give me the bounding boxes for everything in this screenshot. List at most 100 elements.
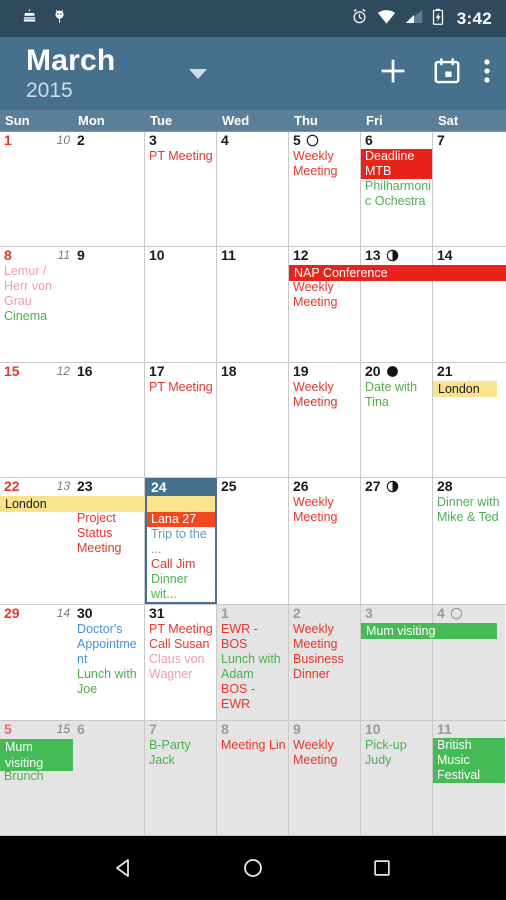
event-item[interactable]: Trip to the ...	[147, 527, 215, 557]
day-cell-30[interactable]: 30 Doctor's Appointment Lunch with Joe	[73, 605, 145, 720]
day-number-row: 23	[73, 478, 144, 495]
event-item[interactable]	[147, 496, 215, 513]
event-item[interactable]: Deadline MTB	[361, 149, 432, 179]
multi-day-event-banner[interactable]: London	[0, 496, 145, 513]
event-item[interactable]: Philharmonic Ochestra	[361, 179, 432, 209]
day-cell-20[interactable]: 20 Date with Tina	[361, 362, 433, 478]
day-number-row: 28	[433, 478, 505, 495]
back-icon[interactable]	[94, 848, 154, 888]
day-cell-10[interactable]: 10 Pick-up Judy	[361, 720, 433, 836]
recents-icon[interactable]	[352, 848, 412, 888]
event-item[interactable]: Pick-up Judy	[361, 738, 432, 768]
day-cell-6[interactable]: 6	[73, 720, 145, 836]
add-event-icon[interactable]	[376, 54, 410, 93]
event-item[interactable]: Doctor's Appointment	[73, 622, 144, 667]
event-item[interactable]: Weekly Meeting	[289, 380, 360, 410]
event-item[interactable]: BOS - EWR	[217, 682, 288, 712]
day-cell-1[interactable]: 1 10	[0, 132, 73, 246]
day-cell-17[interactable]: 17 PT Meeting	[145, 362, 217, 478]
day-cell-28[interactable]: 28 Dinner with Mike & Ted	[433, 478, 505, 604]
day-cell-9[interactable]: 9	[73, 247, 145, 362]
event-item[interactable]: Date with Tina	[361, 380, 432, 410]
event-item[interactable]: EWR - BOS	[217, 622, 288, 652]
day-cell-8[interactable]: 8 Meeting Lin	[217, 720, 289, 836]
day-cell-16[interactable]: 16	[73, 362, 145, 478]
chevron-down-icon[interactable]	[189, 68, 208, 79]
day-cell-11[interactable]: 11	[217, 247, 289, 362]
day-cell-27[interactable]: 27	[361, 478, 433, 605]
event-item[interactable]: British Music Festival	[433, 737, 505, 783]
day-cell-24[interactable]: 24 Lana 27 Trip to the ... Call Jim Dinner w…	[145, 478, 217, 605]
moon-phase-new-icon	[306, 134, 319, 152]
day-number-row: 9	[289, 721, 360, 738]
event-item[interactable]: Business Dinner	[289, 652, 360, 682]
day-cell-25[interactable]: 25	[217, 478, 289, 605]
event-item[interactable]: Dinner with Mike & Ted	[433, 495, 505, 525]
day-cell-1[interactable]: 1 EWR - BOS Lunch with Adam BOS - EWR	[217, 605, 289, 720]
day-number: 21	[437, 362, 453, 379]
day-events: British Music Festival	[433, 737, 505, 783]
multi-day-event-banner[interactable]: NAP Conference	[289, 265, 506, 282]
event-item[interactable]: Lunch with Adam	[217, 652, 288, 682]
event-item[interactable]: Meeting Lin	[217, 738, 288, 753]
day-cell-26[interactable]: 26 Weekly Meeting	[289, 478, 361, 605]
event-item[interactable]: Call Susan	[145, 637, 216, 652]
day-number: 3	[149, 132, 157, 148]
day-cell-2[interactable]: 2	[73, 132, 145, 247]
event-item[interactable]: Call Jim	[147, 557, 215, 572]
event-item[interactable]: Weekly Meeting	[289, 622, 360, 652]
event-item[interactable]: Cinema	[0, 309, 73, 324]
multi-day-event-banner[interactable]: Mum visiting	[361, 623, 497, 640]
event-item[interactable]: Lana 27	[147, 512, 215, 528]
day-number: 9	[293, 720, 301, 737]
event-item[interactable]: Lunch with Joe	[73, 667, 144, 697]
event-item[interactable]: Weekly Meeting	[289, 149, 360, 179]
day-cell-10[interactable]: 10	[145, 247, 217, 362]
event-item[interactable]: Dinner wit...	[147, 572, 215, 602]
day-cell-6[interactable]: 6 Deadline MTB Philharmonic Ochestra	[361, 132, 433, 247]
day-number: 4	[437, 605, 445, 622]
event-item[interactable]: B-Party Jack	[145, 738, 216, 768]
event-item[interactable]: Weekly Meeting	[289, 280, 360, 310]
day-number: 4	[221, 132, 229, 148]
event-item[interactable]: PT Meeting	[145, 380, 216, 395]
day-cell-9[interactable]: 9 Weekly Meeting	[289, 720, 361, 836]
overflow-menu-icon[interactable]	[484, 58, 490, 89]
day-number-row: 17	[145, 363, 216, 380]
day-cell-19[interactable]: 19 Weekly Meeting	[289, 362, 361, 478]
day-cell-3[interactable]: 3 PT Meeting	[145, 132, 217, 247]
event-item[interactable]: PT Meeting	[145, 149, 216, 164]
day-number-row: 6	[73, 721, 144, 738]
day-number-row: 2	[289, 605, 360, 622]
event-item[interactable]: Claus von Wagner	[145, 652, 216, 682]
event-item[interactable]: Project Status Meeting	[73, 511, 144, 556]
weekday-mon: Mon	[78, 113, 105, 128]
day-cell-8[interactable]: 8 11 Lemur / Herr von Grau Cinema	[0, 247, 73, 361]
event-item[interactable]: PT Meeting	[145, 622, 216, 637]
event-item[interactable]: Lemur / Herr von Grau	[0, 264, 73, 309]
weekday-wed: Wed	[222, 113, 250, 128]
event-item[interactable]: Weekly Meeting	[289, 495, 360, 525]
day-cell-29[interactable]: 29 14	[0, 605, 73, 719]
day-cell-7[interactable]: 7	[433, 132, 505, 246]
day-cell-18[interactable]: 18	[217, 362, 289, 478]
day-cell-31[interactable]: 31 PT Meeting Call Susan Claus von Wagner	[145, 605, 217, 720]
month-year-title[interactable]: March 2015	[26, 44, 116, 102]
multi-day-event-banner[interactable]: London	[433, 380, 497, 397]
day-cell-15[interactable]: 15 12	[0, 363, 73, 477]
event-item[interactable]: Weekly Meeting	[289, 738, 360, 768]
day-cell-4[interactable]: 4	[217, 132, 289, 247]
day-number: 22	[4, 478, 20, 495]
day-number: 8	[221, 720, 229, 737]
day-number: 11	[221, 247, 236, 264]
day-number: 5	[4, 720, 12, 737]
today-calendar-icon[interactable]	[432, 56, 462, 91]
page-title-month: March	[26, 44, 116, 77]
day-cell-7[interactable]: 7 B-Party Jack	[145, 720, 217, 836]
home-icon[interactable]	[223, 848, 283, 888]
multi-day-event-banner[interactable]: Mum visiting	[0, 738, 73, 771]
day-cell-2[interactable]: 2 Weekly Meeting Business Dinner	[289, 605, 361, 720]
day-number: 10	[365, 720, 381, 737]
day-cell-5[interactable]: 5 Weekly Meeting	[289, 132, 361, 247]
day-cell-11[interactable]: 11 British Music Festival	[433, 720, 505, 836]
